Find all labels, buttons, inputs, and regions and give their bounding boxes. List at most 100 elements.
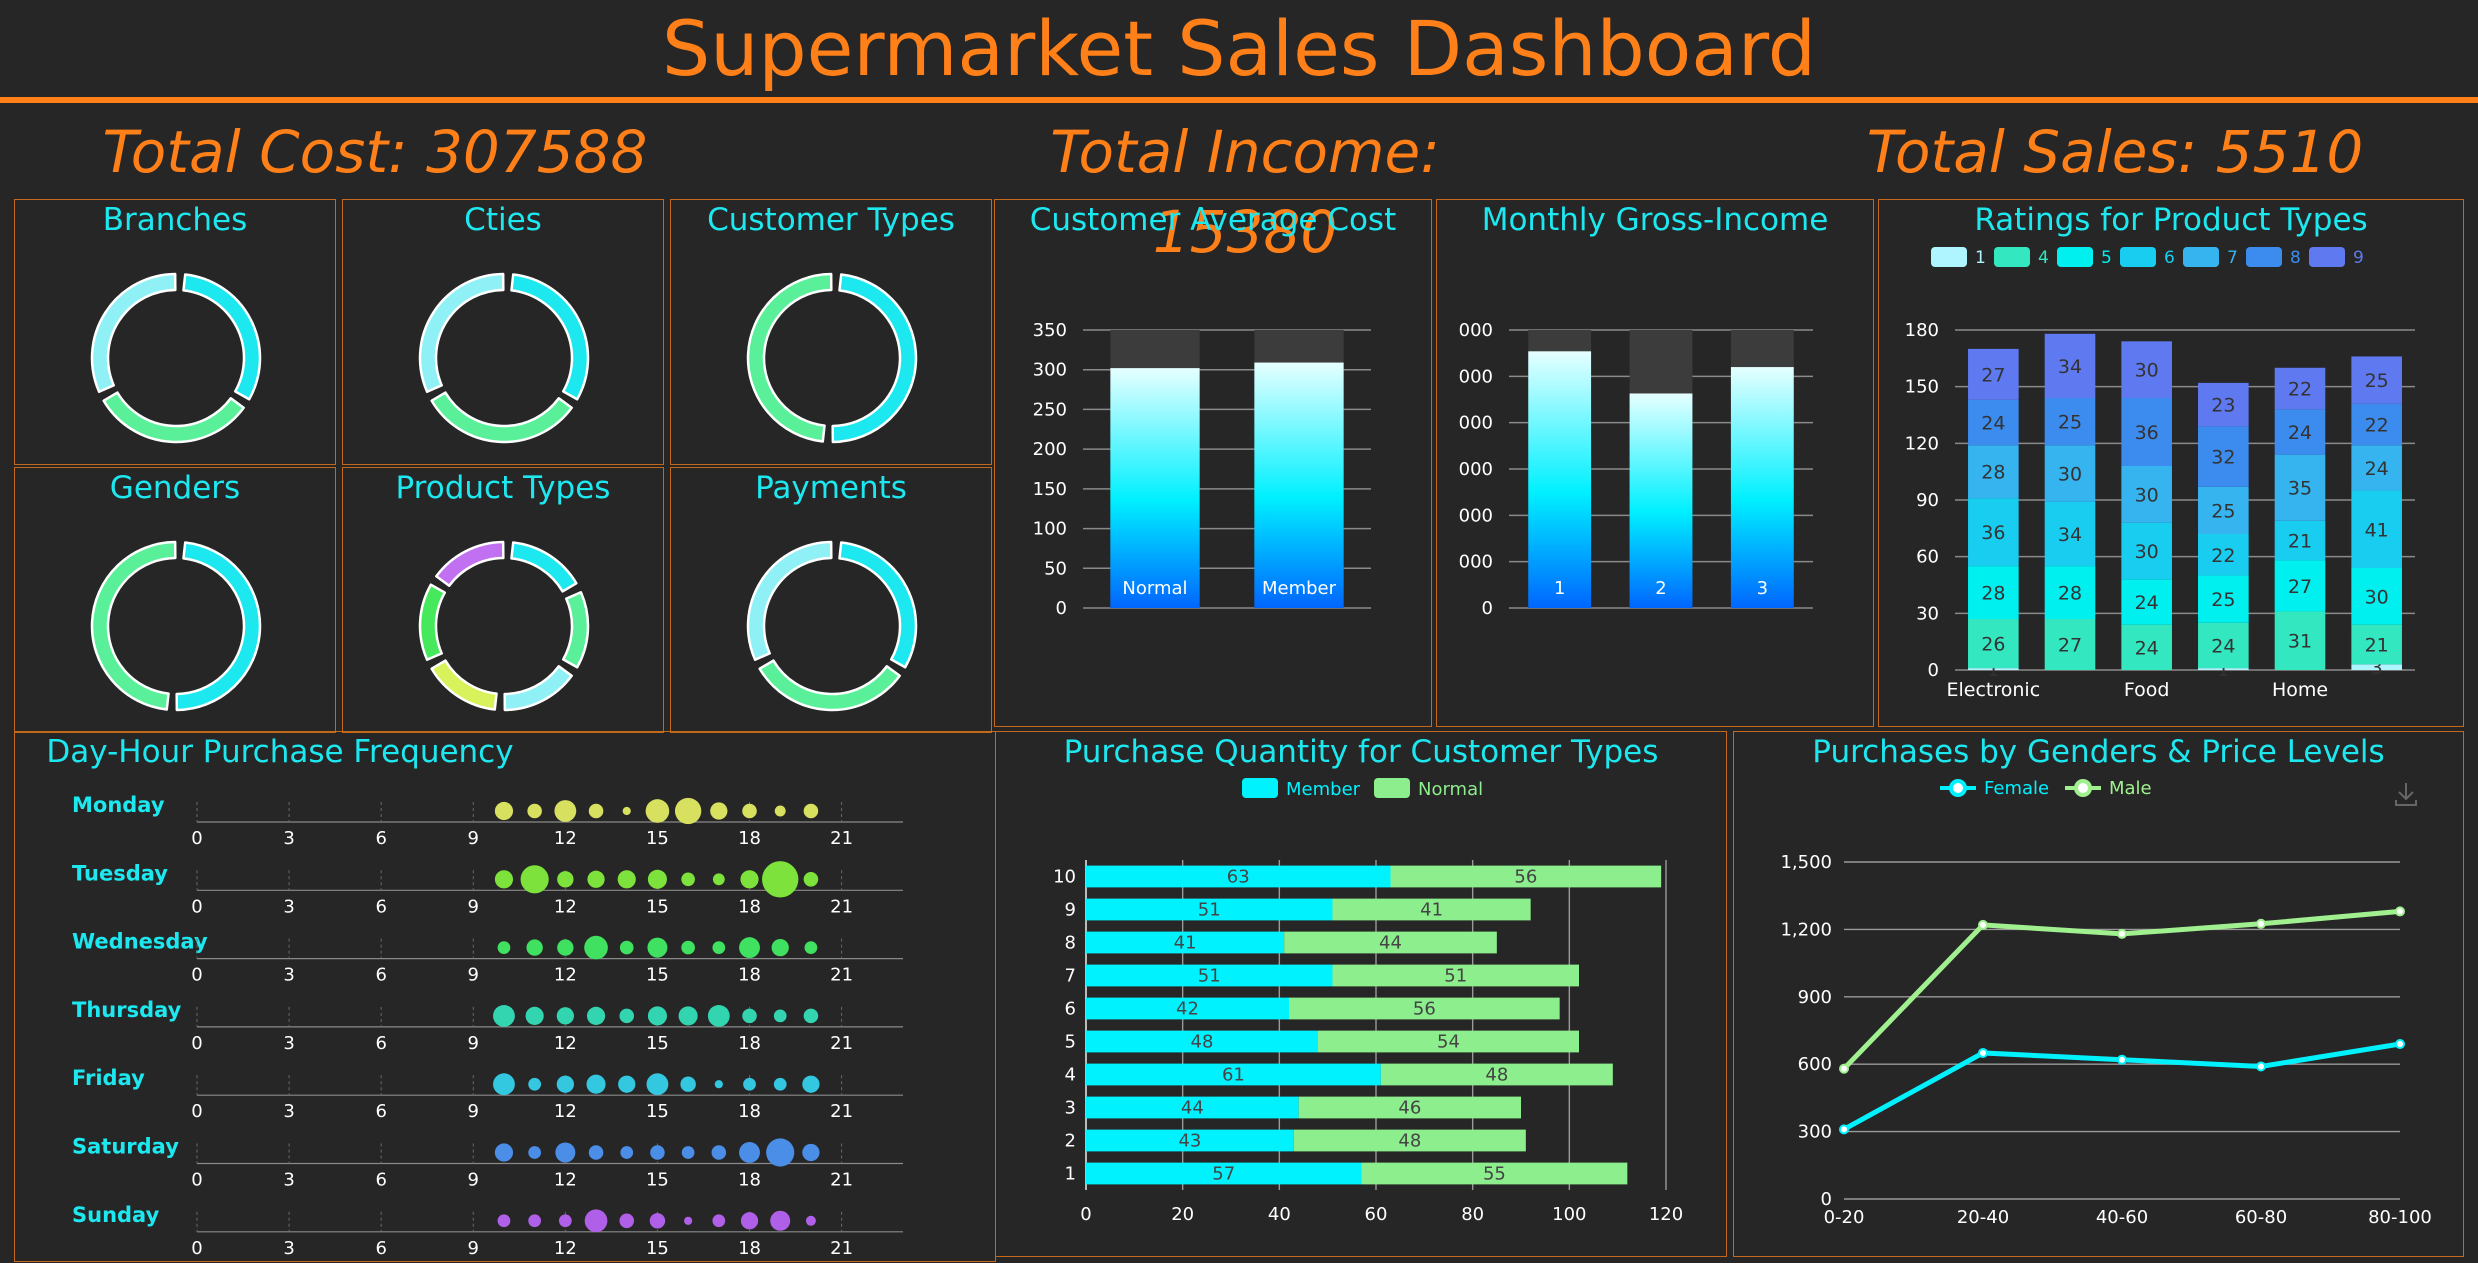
bubble <box>619 1008 635 1024</box>
segment-label: 30 <box>2135 541 2159 563</box>
customer-types-panel: Customer Types <box>670 199 992 465</box>
segment-label: 48 <box>1485 1065 1508 1086</box>
payments-donut-chart[interactable] <box>671 468 993 734</box>
donut-slice <box>90 272 177 394</box>
row-label: Monday <box>72 793 165 817</box>
segment-label: 30 <box>2365 586 2389 608</box>
bar-label: 1 <box>1554 578 1565 599</box>
legend-swatch <box>1374 778 1410 798</box>
segment-label: 61 <box>1222 1065 1245 1086</box>
donut-slice <box>182 273 262 401</box>
ratings-stacked-bar-chart[interactable]: 1 4 5 6 7 8 91801501209060300 12628362824272728… <box>1879 200 2465 728</box>
bubble <box>526 939 543 956</box>
bubble <box>619 1213 635 1229</box>
bubble <box>584 935 608 960</box>
bubble <box>525 1006 544 1025</box>
y-tick-label: 30 <box>1916 603 1939 624</box>
bubble <box>739 937 760 959</box>
x-tick-label: 80-100 <box>2368 1207 2432 1228</box>
purchase-quantity-chart[interactable]: Member Normal0 20 40 60 80 100 1201 57 552 43 483 44… <box>996 732 1728 1258</box>
bubble <box>805 1215 816 1226</box>
x-tick-label: 3 <box>283 1033 294 1054</box>
monthly-gross-income-chart[interactable]: 00000000000000000001 2 3 <box>1437 200 1875 728</box>
bubble <box>710 802 728 820</box>
series-point <box>1839 1063 1849 1074</box>
purchase-quantity-panel: Purchase Quantity for Customer Types Mem… <box>995 731 1727 1257</box>
bar <box>1528 351 1592 608</box>
bubble <box>771 938 789 957</box>
y-tick-label: 120 <box>1905 433 1939 454</box>
bubble <box>588 803 604 819</box>
y-tick-label: 250 <box>1033 399 1067 420</box>
day-hour-scatter-chart[interactable]: Monday 0 3 6 9 12 15 18 21 Tuesday 0 3 6 9 12 15 18 21 Wed… <box>15 732 997 1263</box>
bar <box>1110 368 1200 608</box>
segment-label: 24 <box>2135 592 2159 614</box>
y-tick-label: 300 <box>1033 360 1067 381</box>
bubble <box>584 1209 608 1233</box>
x-tick-label: 3 <box>283 1101 294 1122</box>
x-tick-label: 18 <box>738 1033 761 1054</box>
bubble <box>647 869 667 889</box>
y-tick-label: 90 <box>1916 490 1939 511</box>
cities-donut-chart[interactable] <box>343 200 665 466</box>
y-tick-label: 900 <box>1798 987 1832 1008</box>
x-tick-label: 18 <box>738 965 761 986</box>
x-tick-label: 12 <box>554 828 577 849</box>
legend-swatch <box>1931 247 1967 267</box>
total-cost-kpi: Total Cost: 307588 <box>102 118 648 186</box>
series-point <box>2117 1054 2127 1065</box>
bubble <box>494 870 514 889</box>
y-tick-label: 1 <box>1065 1164 1076 1185</box>
row-label: Friday <box>72 1066 145 1090</box>
donut-slice <box>746 272 833 443</box>
bubble <box>647 1006 667 1026</box>
title-underline <box>0 97 2478 103</box>
x-tick-label: 0 <box>191 1101 202 1122</box>
x-tick-label: 15 <box>646 965 669 986</box>
y-tick-label: 000 <box>1459 459 1493 480</box>
x-tick-label: 0 <box>191 1238 202 1259</box>
bubble <box>674 797 702 825</box>
branches-donut-chart[interactable] <box>15 200 337 466</box>
y-tick-label: 4 <box>1065 1065 1076 1086</box>
y-tick-label: 1,500 <box>1780 852 1832 873</box>
bubble <box>804 941 818 954</box>
bubble <box>493 1004 515 1027</box>
bubble <box>650 1145 665 1160</box>
donut-slice <box>418 583 447 662</box>
genders-price-line-chart[interactable]: Female Male03006009001,2001,5000-20 20-40 4… <box>1734 732 2465 1258</box>
x-tick-label: 100 <box>1552 1204 1586 1225</box>
row-label: Wednesday <box>72 930 208 954</box>
x-tick-label: 0-20 <box>1824 1207 1865 1228</box>
legend-label: Normal <box>1418 779 1483 800</box>
row-label: Thursday <box>72 998 182 1022</box>
product-types-donut-chart[interactable] <box>343 468 665 734</box>
x-tick-label: 40 <box>1268 1204 1291 1225</box>
series-point <box>2395 906 2405 917</box>
customer-types-donut-chart[interactable] <box>671 200 993 466</box>
x-tick-label: 15 <box>646 1238 669 1259</box>
legend-label: 9 <box>2353 248 2364 268</box>
y-tick-label: 000 <box>1459 505 1493 526</box>
bubble <box>740 870 759 889</box>
bubble <box>586 1074 606 1094</box>
download-icon[interactable] <box>2392 780 2420 808</box>
series-point <box>1978 919 1988 930</box>
customer-average-cost-chart[interactable]: 350 300 250 200 150 100 50 0 Normal Member <box>995 200 1433 728</box>
legend-label: 5 <box>2101 248 2112 268</box>
bubble <box>680 1076 696 1092</box>
x-tick-label: 20 <box>1171 1204 1194 1225</box>
customer-average-cost-panel: Customer Average Cost 350 300 250 200 150 100… <box>994 199 1432 727</box>
segment-label: 24 <box>2135 637 2159 659</box>
bubble <box>742 803 757 819</box>
bubble <box>649 1213 666 1229</box>
bubble <box>681 1146 695 1159</box>
x-tick-label: 21 <box>830 1101 853 1122</box>
genders-donut-chart[interactable] <box>15 468 337 734</box>
donut-slice <box>418 272 505 394</box>
x-tick-label: 15 <box>646 828 669 849</box>
bubble <box>740 1212 759 1230</box>
product-types-panel: Product Types <box>342 467 664 733</box>
bubble <box>684 1216 693 1225</box>
bubble <box>587 870 605 888</box>
